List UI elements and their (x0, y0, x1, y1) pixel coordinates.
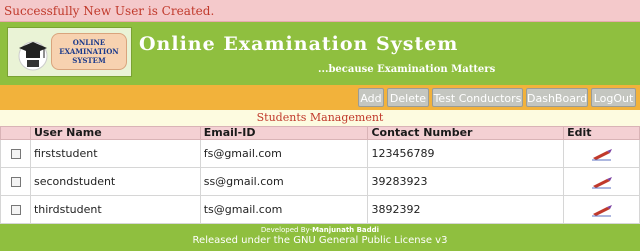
select-column-header (0, 126, 31, 140)
site-tagline: ...because Examination Matters (318, 64, 496, 75)
username-cell: thirdstudent (29, 195, 201, 224)
row-checkbox[interactable] (11, 205, 21, 215)
table-row: thirdstudent ts@gmail.com 3892392 (0, 195, 640, 224)
contact-cell: 3892392 (367, 195, 565, 224)
row-checkbox[interactable] (11, 177, 21, 187)
row-checkbox[interactable] (11, 149, 21, 159)
site-header: ONLINE EXAMINATION SYSTEM Online Examina… (0, 22, 640, 85)
logo-line-3: SYSTEM (72, 56, 106, 65)
logo-line-1: ONLINE (72, 38, 106, 47)
email-column-header: Email-ID (199, 126, 369, 140)
username-column-header: User Name (29, 126, 201, 140)
developed-by-label: Developed By- (260, 226, 313, 234)
nav-bar: Add Delete Test Conductors DashBoard Log… (0, 85, 640, 110)
dashboard-button[interactable]: DashBoard (526, 88, 588, 107)
contact-cell: 123456789 (367, 139, 565, 168)
logo-line-2: EXAMINATION (59, 47, 119, 56)
test-conductors-button[interactable]: Test Conductors (432, 88, 523, 107)
edit-icon[interactable] (591, 203, 613, 217)
delete-button[interactable]: Delete (387, 88, 429, 107)
logo-text: ONLINE EXAMINATION SYSTEM (51, 33, 127, 70)
table-header-row: User Name Email-ID Contact Number Edit (0, 126, 640, 140)
email-cell: ts@gmail.com (199, 195, 369, 224)
developer-credit: Developed By-Manjunath Baddi (0, 226, 640, 235)
license-text: Released under the GNU General Public Li… (192, 235, 448, 246)
site-logo: ONLINE EXAMINATION SYSTEM (7, 27, 132, 77)
email-cell: fs@gmail.com (199, 139, 369, 168)
username-cell: secondstudent (29, 167, 201, 196)
section-title: Students Management (0, 110, 640, 126)
edit-icon[interactable] (591, 175, 613, 189)
email-cell: ss@gmail.com (199, 167, 369, 196)
logout-button[interactable]: LogOut (591, 88, 636, 107)
flash-message: Successfully New User is Created. (0, 0, 640, 22)
contact-column-header: Contact Number (367, 126, 565, 140)
username-cell: firststudent (29, 139, 201, 168)
table-row: secondstudent ss@gmail.com 39283923 (0, 167, 640, 196)
site-title: Online Examination System (139, 33, 459, 55)
add-button[interactable]: Add (358, 88, 384, 107)
contact-cell: 39283923 (367, 167, 565, 196)
site-footer: Developed By-Manjunath Baddi Released un… (0, 222, 640, 251)
table-row: firststudent fs@gmail.com 123456789 (0, 139, 640, 168)
students-table: User Name Email-ID Contact Number Edit f… (0, 126, 640, 224)
edit-column-header: Edit (563, 126, 640, 140)
edit-icon[interactable] (591, 147, 613, 161)
graduation-cap-icon (18, 41, 48, 71)
developer-name: Manjunath Baddi (312, 226, 380, 234)
